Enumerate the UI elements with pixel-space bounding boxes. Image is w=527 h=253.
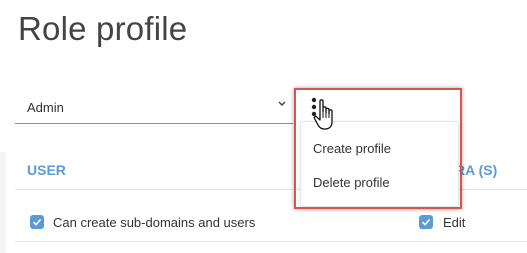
permission-checkbox[interactable] — [419, 215, 433, 229]
left-panel-edge — [0, 152, 6, 253]
role-profile-page: Role profile Admin USER RA (S) Can creat… — [0, 0, 527, 253]
divider — [415, 241, 527, 242]
profile-select[interactable]: Admin — [15, 86, 293, 124]
divider — [15, 241, 415, 242]
section-header-extra: RA (S) — [455, 162, 498, 178]
permission-label: Edit — [443, 215, 466, 230]
chevron-down-icon — [278, 101, 286, 107]
profile-actions-menu: Create profile Delete profile — [300, 121, 459, 207]
permission-label: Can create sub-domains and users — [53, 215, 256, 230]
kebab-menu-icon[interactable] — [307, 96, 321, 120]
section-header-user: USER — [27, 162, 66, 178]
check-icon — [421, 218, 431, 226]
permission-checkbox[interactable] — [30, 215, 44, 229]
page-title: Role profile — [18, 10, 188, 47]
menu-item-delete-profile[interactable]: Delete profile — [313, 175, 390, 190]
check-icon — [32, 218, 42, 226]
profile-select-value: Admin — [27, 100, 64, 115]
menu-item-create-profile[interactable]: Create profile — [313, 141, 391, 156]
